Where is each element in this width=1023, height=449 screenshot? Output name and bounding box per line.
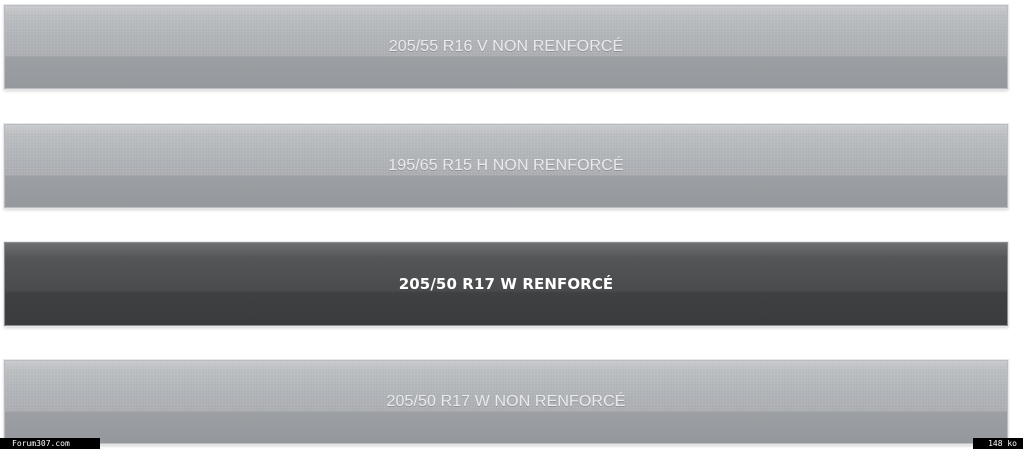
tire-size-selector: 205/55 R16 V NON RENFORCÉ 195/65 R15 H N…	[0, 0, 1023, 449]
tire-option-205-55-r16-v-non-renforce[interactable]: 205/55 R16 V NON RENFORCÉ	[4, 5, 1008, 89]
tire-option-label: 205/50 R17 W RENFORCÉ	[398, 275, 614, 293]
tire-option-205-50-r17-w-non-renforce[interactable]: 205/50 R17 W NON RENFORCÉ	[4, 360, 1008, 444]
tire-option-label: 205/55 R16 V NON RENFORCÉ	[388, 38, 624, 55]
site-watermark: Forum307.com	[0, 438, 100, 449]
tire-option-205-50-r17-w-renforce-selected[interactable]: 205/50 R17 W RENFORCÉ	[4, 242, 1008, 326]
tire-option-label: 195/65 R15 H NON RENFORCÉ	[388, 157, 624, 174]
tire-option-label: 205/50 R17 W NON RENFORCÉ	[386, 393, 626, 410]
file-size-label: 148 ko	[973, 438, 1023, 449]
tire-option-195-65-r15-h-non-renforce[interactable]: 195/65 R15 H NON RENFORCÉ	[4, 124, 1008, 208]
